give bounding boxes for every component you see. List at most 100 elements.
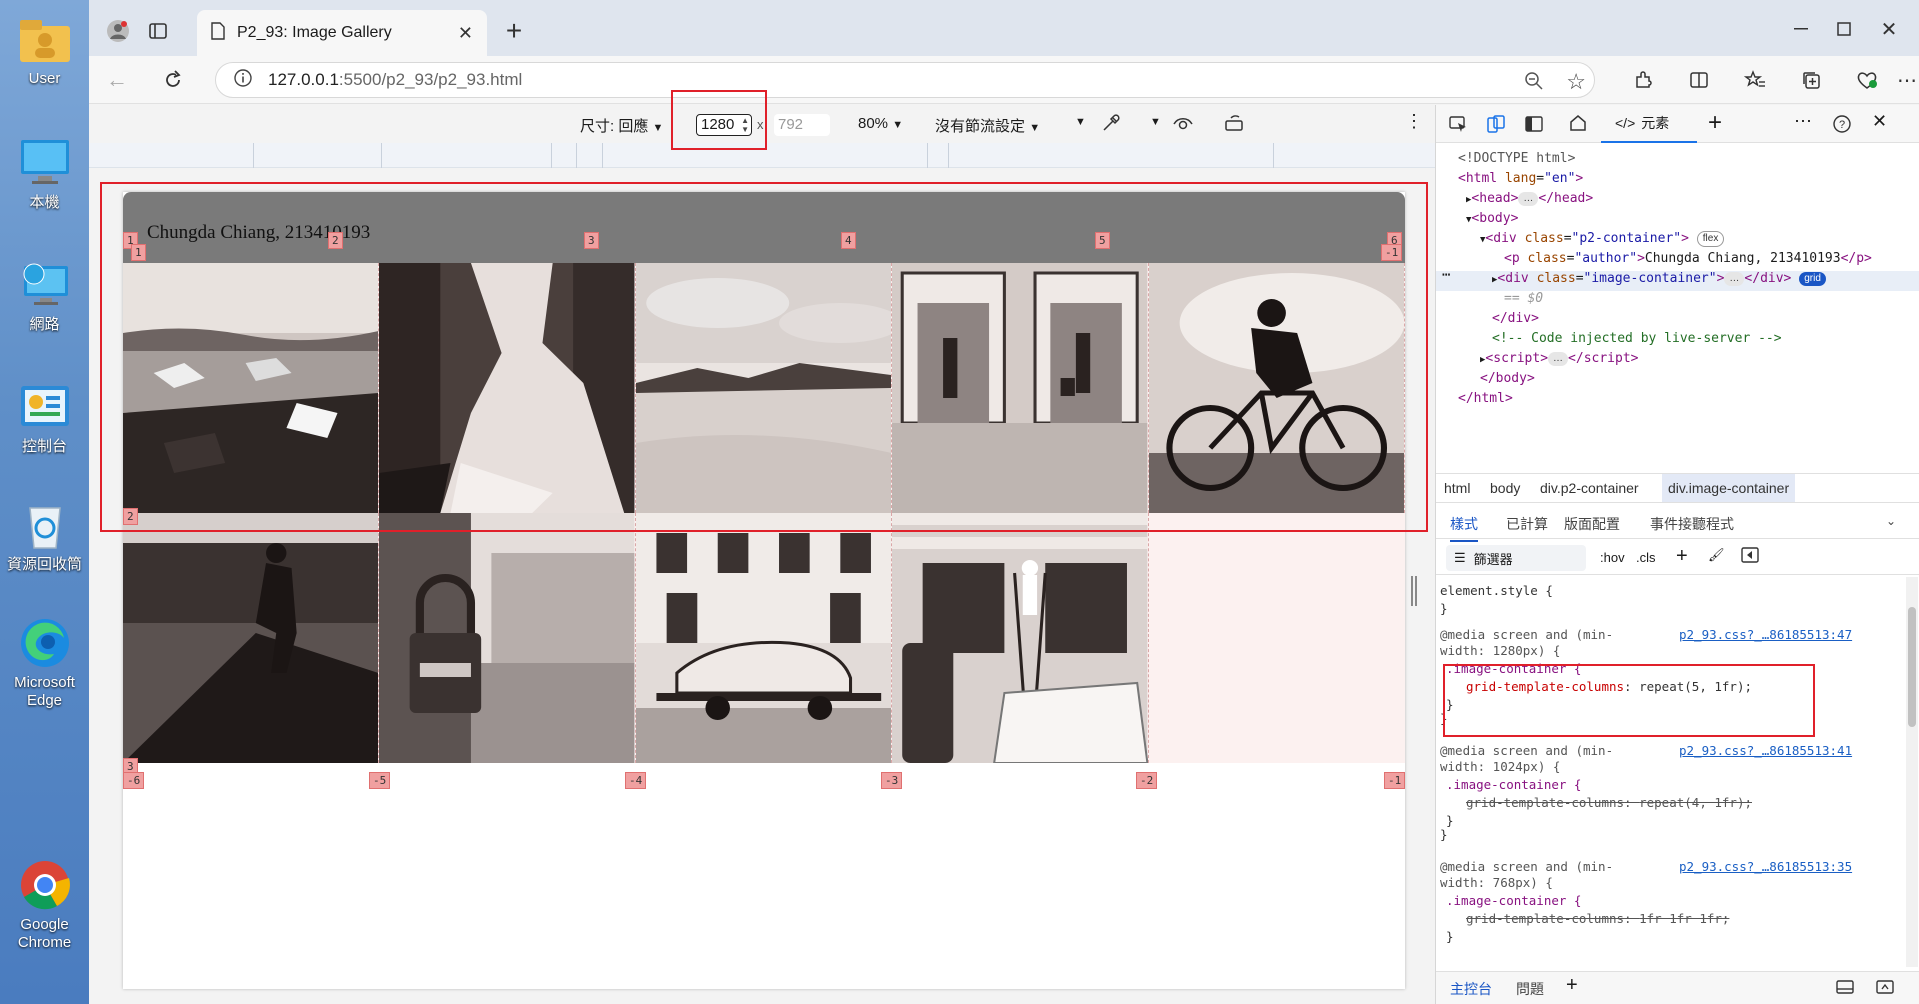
css-declaration-overridden[interactable]: grid-template-columns: 1fr 1fr 1fr;: [1466, 911, 1729, 926]
expand-drawer-icon[interactable]: [1876, 979, 1894, 998]
desktop-icon-network[interactable]: 網路: [0, 258, 89, 334]
gallery-image-walking-man[interactable]: [123, 513, 380, 763]
zoom-out-icon[interactable]: [1524, 71, 1544, 96]
address-bar[interactable]: 127.0.0.1:5500/p2_93/p2_93.html ☆: [215, 62, 1595, 98]
desktop-icon-recycle-bin[interactable]: 資源回收筒: [0, 498, 89, 574]
dom-body-close[interactable]: </body>: [1480, 371, 1535, 386]
dom-doctype[interactable]: <!DOCTYPE html>: [1458, 151, 1575, 166]
new-tab-icon[interactable]: +: [499, 15, 529, 46]
quick-view-icon[interactable]: [1836, 979, 1854, 998]
dock-icon[interactable]: [1524, 114, 1544, 139]
dom-div-image-container[interactable]: ▶<div class="image-container">… </div> gr…: [1492, 271, 1826, 286]
source-link[interactable]: p2_93.css?_…86185513:35: [1679, 859, 1852, 874]
cls-button[interactable]: .cls: [1636, 550, 1656, 565]
collections-icon[interactable]: [1795, 64, 1827, 96]
tab-console[interactable]: 主控台: [1450, 979, 1492, 1004]
close-devtools-icon[interactable]: ✕: [1872, 111, 1887, 132]
settings-more-icon[interactable]: ⋯: [1897, 64, 1917, 96]
source-link[interactable]: p2_93.css?_…86185513:41: [1679, 743, 1852, 758]
site-info-icon[interactable]: [234, 68, 252, 92]
breadcrumb-item[interactable]: div.p2-container: [1540, 480, 1639, 496]
zoom-dropdown[interactable]: 80% ▼: [858, 115, 903, 132]
close-tab-icon[interactable]: ✕: [458, 23, 473, 44]
dom-div-close[interactable]: </div>: [1492, 311, 1539, 326]
maximize-icon[interactable]: [1824, 12, 1864, 46]
paint-icon[interactable]: 🖌: [1708, 547, 1725, 563]
tab-layout[interactable]: 版面配置: [1564, 514, 1620, 534]
css-selector[interactable]: .image-container {: [1446, 893, 1581, 908]
tab-styles[interactable]: 樣式: [1450, 514, 1478, 542]
ellipsis-pill[interactable]: …: [1518, 192, 1539, 206]
row-menu-icon[interactable]: ⋯: [1442, 267, 1450, 283]
breadcrumb-item-selected[interactable]: div.image-container: [1662, 474, 1796, 502]
element-style-rule[interactable]: element.style {: [1440, 583, 1553, 598]
tab-event-listeners[interactable]: 事件接聽程式: [1650, 514, 1734, 534]
filter-input[interactable]: ☰ 篩選器: [1446, 545, 1586, 571]
tab-actions-icon[interactable]: [143, 16, 173, 46]
css-declaration-overridden[interactable]: grid-template-columns: repeat(4, 1fr);: [1466, 795, 1752, 810]
desktop-icon-this-pc[interactable]: 本機: [0, 136, 89, 212]
css-selector[interactable]: .image-container {: [1446, 777, 1581, 792]
throttle-dropdown[interactable]: 沒有節流設定 ▼: [935, 115, 1040, 136]
browser-essentials-icon[interactable]: [1851, 64, 1883, 96]
breadcrumb-item[interactable]: html: [1444, 480, 1470, 496]
dom-div-p2-container[interactable]: ▼<div class="p2-container"> flex: [1480, 231, 1725, 247]
more-tools-icon[interactable]: ⋯: [1794, 111, 1812, 132]
styles-scrollbar[interactable]: [1906, 577, 1918, 967]
welcome-home-icon[interactable]: [1568, 113, 1588, 138]
desktop-icon-user[interactable]: User: [0, 12, 89, 88]
dimensions-dropdown[interactable]: 尺寸: 回應 ▼: [580, 115, 663, 136]
gallery-image-padlock[interactable]: [379, 513, 636, 763]
desktop-icon-control-panel[interactable]: 控制台: [0, 380, 89, 456]
source-link[interactable]: p2_93.css?_…86185513:47: [1679, 627, 1852, 642]
close-window-icon[interactable]: ✕: [1869, 12, 1909, 46]
sidebar-toggle-icon[interactable]: [1741, 547, 1759, 566]
caret-down-icon[interactable]: ▼: [1150, 116, 1161, 128]
caret-down-icon[interactable]: ▼: [1075, 116, 1086, 128]
dom-html-open[interactable]: <html lang="en">: [1458, 171, 1583, 186]
back-icon[interactable]: ←: [101, 64, 133, 96]
minimize-icon[interactable]: [1781, 12, 1821, 46]
url-text[interactable]: 127.0.0.1:5500/p2_93/p2_93.html: [268, 70, 522, 90]
chevron-down-icon[interactable]: ⌄: [1886, 514, 1896, 528]
gallery-image-car-trailer[interactable]: [635, 513, 893, 763]
add-tab-icon[interactable]: +: [1708, 109, 1722, 137]
device-more-icon[interactable]: ⋮: [1405, 111, 1423, 132]
profile-icon[interactable]: [103, 16, 133, 46]
dom-html-close[interactable]: </html>: [1458, 391, 1513, 406]
flex-badge[interactable]: flex: [1696, 231, 1725, 247]
breadcrumb-item[interactable]: body: [1490, 480, 1520, 496]
add-drawer-tab-icon[interactable]: +: [1566, 974, 1578, 997]
gallery-image-ladder-worker[interactable]: [892, 513, 1149, 763]
desktop-icon-chrome[interactable]: Google Chrome: [0, 858, 89, 952]
inspect-icon[interactable]: [1448, 114, 1468, 139]
tab-active[interactable]: P2_93: Image Gallery ✕: [197, 10, 487, 56]
split-screen-icon[interactable]: [1683, 64, 1715, 96]
favorites-icon[interactable]: [1739, 64, 1771, 96]
new-rule-icon[interactable]: +: [1676, 545, 1688, 568]
rotate-device-icon[interactable]: [1223, 113, 1245, 137]
tab-elements[interactable]: </> 元素: [1601, 105, 1697, 143]
desktop-icon-edge[interactable]: Microsoft Edge: [0, 616, 89, 710]
help-icon[interactable]: ?: [1832, 114, 1852, 139]
height-input[interactable]: 792: [774, 114, 830, 136]
eyedropper-icon[interactable]: [1101, 113, 1121, 137]
scrollbar-thumb[interactable]: [1908, 607, 1916, 727]
dom-head[interactable]: ▶<head>… </head>: [1466, 191, 1593, 206]
ellipsis-pill[interactable]: …: [1724, 272, 1745, 286]
refresh-icon[interactable]: [157, 64, 189, 96]
dom-p-author[interactable]: <p class="author">Chungda Chiang, 213410…: [1504, 251, 1872, 266]
dom-comment[interactable]: <!-- Code injected by live-server -->: [1492, 331, 1782, 346]
dom-script[interactable]: ▶<script>… </script>: [1480, 351, 1639, 366]
resize-handle[interactable]: [1411, 576, 1417, 606]
vision-eye-icon[interactable]: [1172, 113, 1194, 137]
device-toggle-icon[interactable]: [1486, 114, 1506, 139]
tab-computed[interactable]: 已計算: [1506, 514, 1548, 534]
grid-badge[interactable]: grid: [1799, 272, 1826, 286]
ellipsis-pill[interactable]: …: [1548, 352, 1569, 366]
extensions-icon[interactable]: [1627, 64, 1659, 96]
dom-body[interactable]: ▼<body>: [1466, 211, 1518, 226]
favorite-star-icon[interactable]: ☆: [1566, 69, 1586, 95]
tab-issues[interactable]: 問題: [1516, 979, 1544, 999]
hov-button[interactable]: :hov: [1600, 550, 1625, 565]
